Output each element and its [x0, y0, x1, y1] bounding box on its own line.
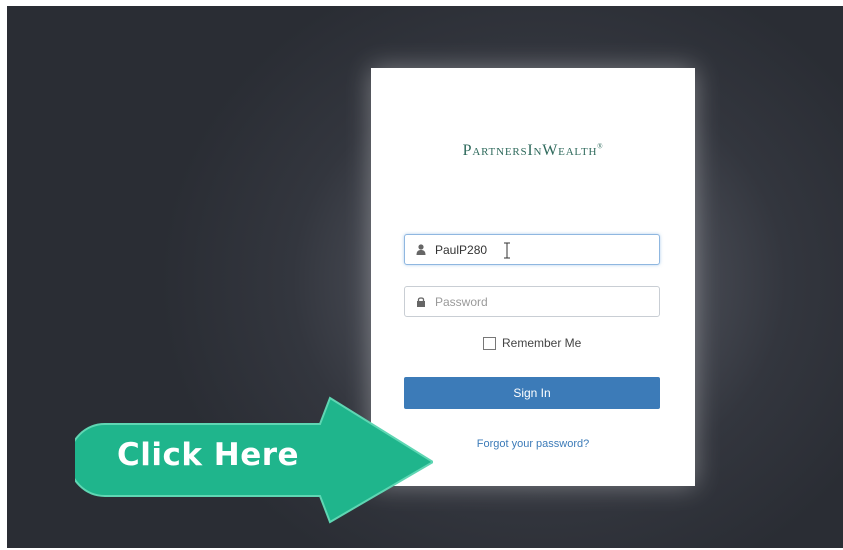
registered-mark: ®: [597, 142, 604, 151]
background-stage: PartnersInWealth® Remember Me Sign In: [7, 6, 843, 548]
click-here-label: Click Here: [117, 437, 300, 473]
remember-me-checkbox[interactable]: [483, 336, 496, 350]
password-input[interactable]: [435, 287, 635, 316]
brand-logo-text: PartnersInWealth: [462, 142, 598, 159]
sign-in-button[interactable]: Sign In: [404, 377, 660, 409]
username-input[interactable]: [435, 235, 635, 264]
user-icon: [416, 244, 426, 255]
text-cursor-icon: [504, 242, 510, 259]
password-field[interactable]: [404, 286, 660, 317]
brand-logo: PartnersInWealth®: [371, 142, 695, 160]
username-field[interactable]: [404, 234, 660, 265]
lock-icon: [417, 297, 425, 307]
remember-me[interactable]: Remember Me: [483, 335, 581, 351]
remember-me-label: Remember Me: [502, 336, 582, 350]
